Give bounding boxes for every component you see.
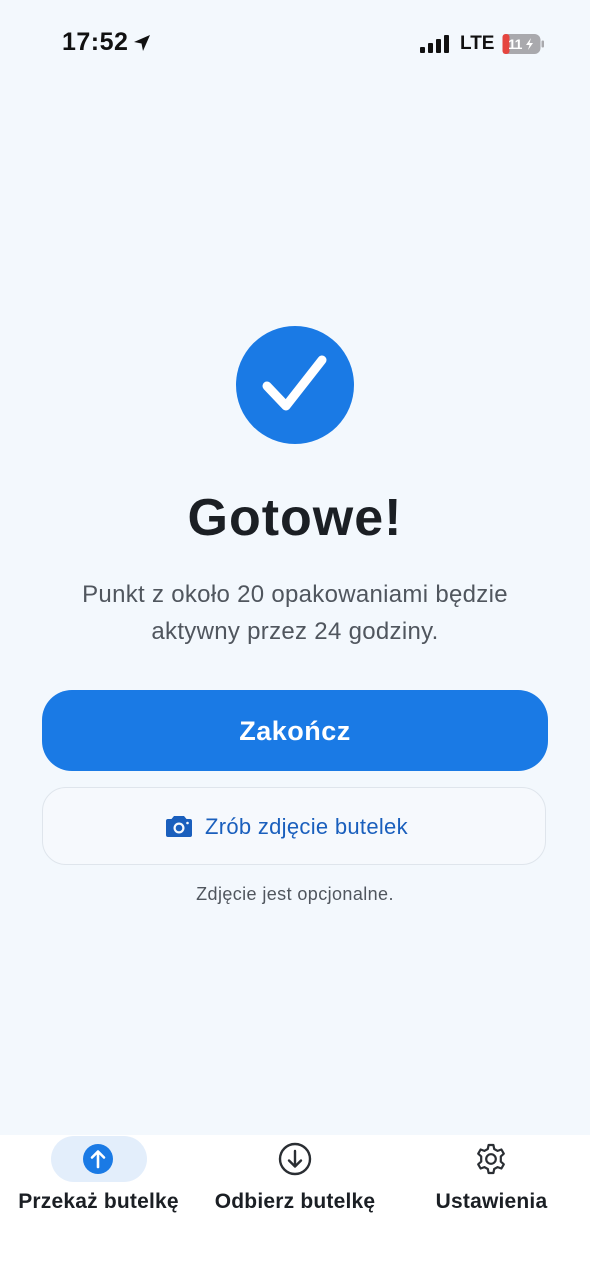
checkmark-icon: [262, 355, 327, 411]
finish-button[interactable]: Zakończ: [42, 690, 548, 771]
gear-icon: [477, 1143, 505, 1175]
take-photo-button[interactable]: Zrób zdjęcie butelek: [42, 787, 546, 865]
status-time: 17:52: [62, 28, 129, 56]
tab-receive-bottle[interactable]: Odbierz butelkę: [197, 1135, 393, 1280]
arrow-down-circle-icon: [278, 1142, 312, 1176]
page-title: Gotowe!: [187, 489, 403, 547]
success-check-circle: [236, 326, 354, 444]
tab-label: Odbierz butelkę: [214, 1190, 376, 1213]
tab-hand-over-bottle[interactable]: Przekaż butelkę: [0, 1135, 197, 1280]
location-arrow-icon: [134, 35, 150, 51]
status-bar: 17:52 LTE 11: [0, 0, 590, 90]
arrow-up-circle-icon: [83, 1144, 113, 1174]
take-photo-label: Zrób zdjęcie butelek: [205, 814, 408, 839]
optional-note: Zdjęcie jest opcjonalne.: [196, 884, 394, 904]
description-text: Punkt z około 20 opakowaniami będzie akt…: [82, 581, 508, 645]
tab-settings[interactable]: Ustawienia: [393, 1135, 590, 1280]
network-label: LTE: [460, 33, 495, 54]
tab-label: Ustawienia: [435, 1190, 548, 1213]
tab-label: Przekaż butelkę: [18, 1190, 179, 1213]
battery-level: 11: [508, 36, 522, 52]
tab-bar: Przekaż butelkę Odbierz butelkę Ustawien…: [0, 1135, 590, 1280]
camera-icon: [166, 816, 192, 837]
signal-icon: [420, 35, 449, 53]
